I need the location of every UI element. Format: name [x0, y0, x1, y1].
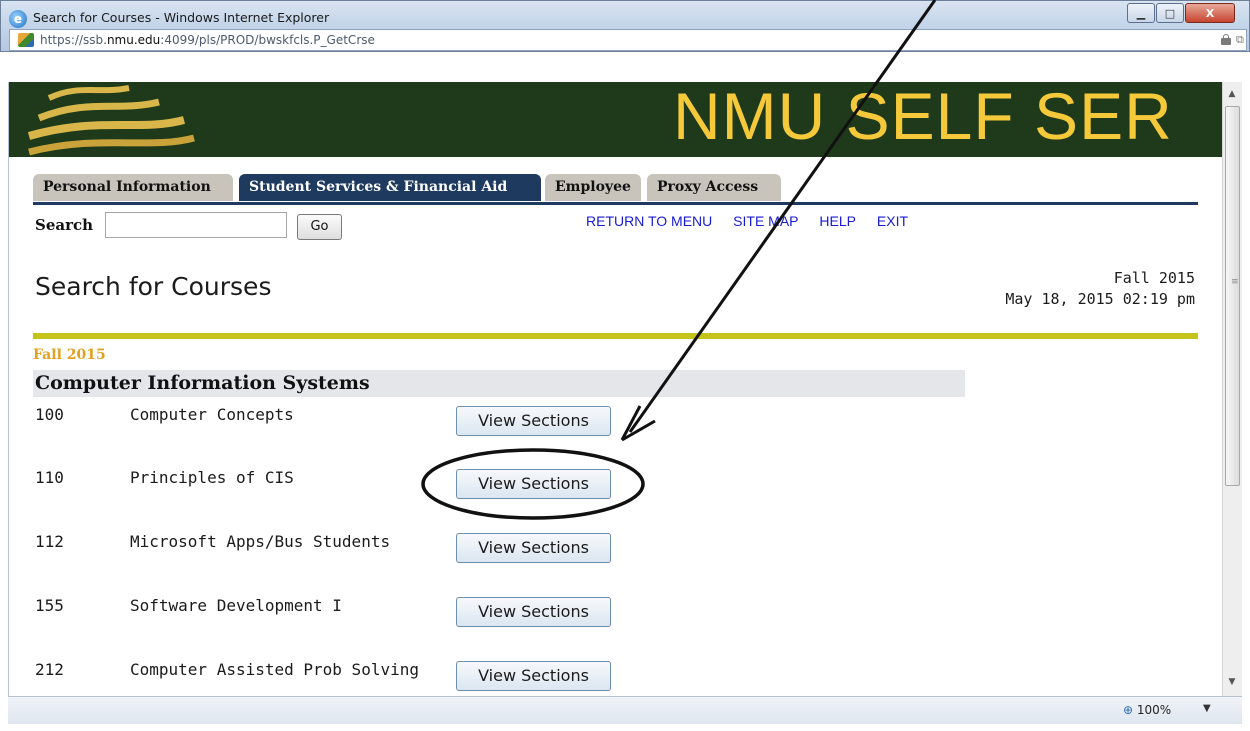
course-number: 155	[35, 596, 64, 615]
tab-student-services[interactable]: Student Services & Financial Aid	[239, 174, 541, 201]
status-bar: ⊕ 100% ▼	[8, 696, 1242, 724]
subject-header: Computer Information Systems	[33, 370, 965, 397]
term-datetime: May 18, 2015 02:19 pm	[1005, 290, 1195, 308]
course-row: 100 Computer Concepts View Sections	[33, 405, 733, 445]
view-sections-button[interactable]: View Sections	[456, 533, 611, 563]
course-title: Principles of CIS	[130, 468, 294, 487]
tab-underline	[33, 202, 1198, 205]
course-row: 110 Principles of CIS View Sections	[33, 468, 733, 508]
course-number: 100	[35, 405, 64, 424]
course-number: 112	[35, 532, 64, 551]
return-to-menu-link[interactable]: RETURN TO MENU	[586, 213, 712, 229]
view-sections-button[interactable]: View Sections	[456, 406, 611, 436]
course-number: 110	[35, 468, 64, 487]
divider-rule	[33, 333, 1198, 339]
url-path: :4099/pls/PROD/bwskfcls.P_GetCrse	[160, 33, 375, 47]
zoom-dropdown-icon[interactable]: ▼	[1203, 703, 1211, 714]
term-info: Fall 2015 May 18, 2015 02:19 pm	[909, 268, 1195, 310]
compatibility-view-icon[interactable]: ⧉	[1236, 33, 1244, 47]
view-sections-button[interactable]: View Sections	[456, 469, 611, 499]
course-title: Computer Assisted Prob Solving	[130, 660, 419, 679]
view-sections-button[interactable]: View Sections	[456, 597, 611, 627]
window-title: Search for Courses - Windows Internet Ex…	[33, 10, 330, 25]
page-title: Search for Courses	[35, 272, 272, 301]
course-title: Computer Concepts	[130, 405, 294, 424]
url-domain: nmu.edu	[106, 33, 161, 47]
minimize-button[interactable]: ▁	[1127, 3, 1155, 23]
exit-link[interactable]: EXIT	[877, 213, 908, 229]
tab-personal-information[interactable]: Personal Information	[33, 174, 233, 201]
scroll-down-arrow-icon[interactable]: ▼	[1226, 676, 1238, 688]
address-url[interactable]: https://ssb.nmu.edu:4099/pls/PROD/bwskfc…	[40, 33, 375, 47]
tab-employee[interactable]: Employee	[545, 174, 641, 201]
course-row: 155 Software Development I View Sections	[33, 596, 733, 636]
course-number: 212	[35, 660, 64, 679]
search-input[interactable]	[105, 212, 287, 238]
course-title: Microsoft Apps/Bus Students	[130, 532, 391, 551]
view-sections-button[interactable]: View Sections	[456, 661, 611, 691]
search-label: Search	[35, 216, 94, 234]
nmu-wave-logo-icon	[27, 85, 195, 156]
maximize-button[interactable]: □	[1156, 3, 1184, 23]
course-row: 212 Computer Assisted Prob Solving View …	[33, 660, 733, 696]
tab-proxy-access[interactable]: Proxy Access	[647, 174, 781, 201]
page-viewport: NMU SELF SER Personal Information Studen…	[8, 82, 1223, 696]
top-links: RETURN TO MENU SITE MAP HELP EXIT	[586, 213, 925, 229]
window-titlebar: e Search for Courses - Windows Internet …	[0, 0, 1250, 52]
go-button[interactable]: Go	[297, 214, 342, 240]
zoom-icon: ⊕	[1123, 703, 1134, 717]
site-favicon-icon	[18, 33, 34, 47]
scroll-thumb[interactable]: ≡	[1225, 106, 1240, 486]
course-row: 112 Microsoft Apps/Bus Students View Sec…	[33, 532, 733, 572]
help-link[interactable]: HELP	[819, 213, 856, 229]
banner-title: NMU SELF SER	[673, 82, 1173, 153]
term-label: Fall 2015	[33, 347, 106, 363]
nmu-banner: NMU SELF SER	[9, 82, 1223, 157]
zoom-control[interactable]: ⊕ 100%	[1123, 703, 1171, 717]
ie-logo-icon: e	[9, 10, 27, 28]
scroll-up-arrow-icon[interactable]: ▲	[1226, 88, 1238, 100]
close-button[interactable]: X	[1185, 3, 1235, 23]
site-map-link[interactable]: SITE MAP	[733, 213, 798, 229]
url-prefix: https://ssb.	[40, 33, 107, 47]
address-bar[interactable]: https://ssb.nmu.edu:4099/pls/PROD/bwskfc…	[9, 29, 1247, 51]
vertical-scrollbar[interactable]: ▲ ≡ ▼	[1222, 82, 1242, 696]
course-title: Software Development I	[130, 596, 342, 615]
lock-icon[interactable]	[1221, 34, 1231, 45]
term-name: Fall 2015	[1113, 269, 1195, 287]
grip-icon: ≡	[1231, 277, 1239, 287]
subject-title: Computer Information Systems	[35, 372, 370, 394]
zoom-level: 100%	[1136, 703, 1172, 717]
